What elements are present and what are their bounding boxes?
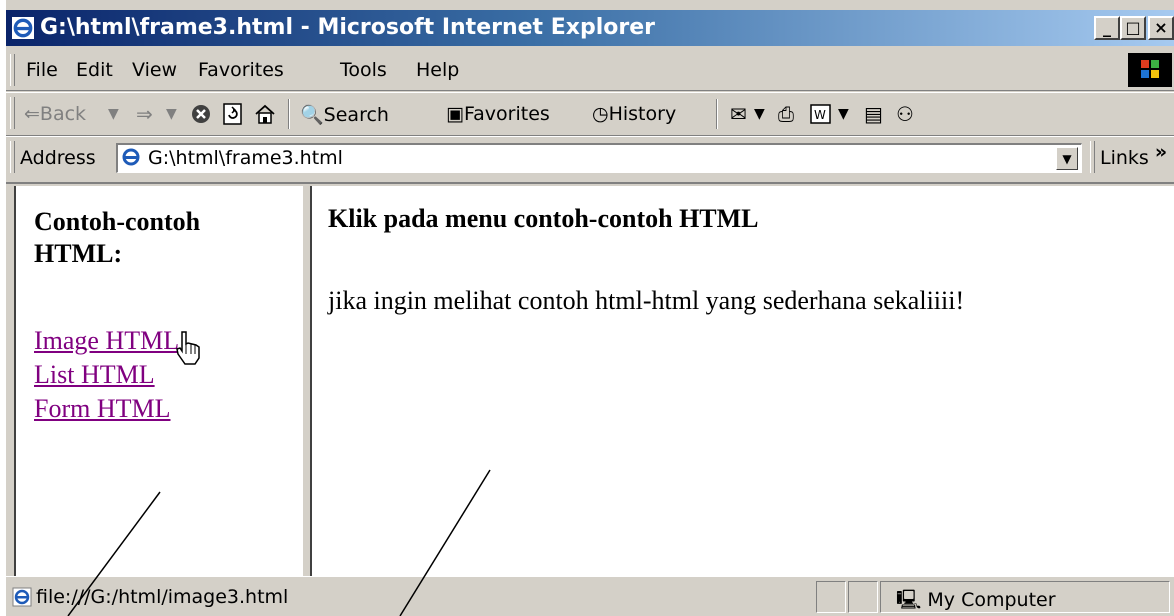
menu-file[interactable]: File bbox=[26, 59, 58, 81]
menu-heading: Contoh-contoh HTML: bbox=[34, 207, 201, 268]
stop-icon[interactable] bbox=[190, 103, 212, 125]
main-heading: Klik pada menu contoh-contoh HTML bbox=[328, 204, 759, 233]
refresh-icon[interactable] bbox=[222, 103, 244, 125]
mail-dropdown-icon[interactable]: ▼ bbox=[754, 106, 765, 122]
close-button[interactable]: × bbox=[1148, 16, 1174, 40]
back-arrow-icon: ⇐ bbox=[24, 103, 40, 125]
status-bar: file:///G:/html/image3.html 🖳 My Compute… bbox=[6, 576, 1174, 616]
toolbar-separator bbox=[716, 99, 718, 129]
main-text: jika ingin melihat contoh html-html yang… bbox=[328, 286, 965, 315]
menu-grip[interactable] bbox=[10, 54, 15, 86]
minimize-button[interactable]: _ bbox=[1094, 16, 1120, 40]
print-icon[interactable]: ⎙ bbox=[778, 102, 794, 126]
address-grip[interactable] bbox=[10, 141, 15, 173]
maximize-button[interactable]: □ bbox=[1120, 16, 1146, 40]
title-bar: G:\html\frame3.html - Microsoft Internet… bbox=[6, 10, 1174, 46]
frame-divider[interactable] bbox=[302, 186, 312, 576]
discuss-icon[interactable]: ▤ bbox=[864, 102, 883, 126]
menu-view[interactable]: View bbox=[132, 59, 177, 81]
zone-indicator: 🖳 My Computer bbox=[896, 589, 1056, 611]
browser-window: G:\html\frame3.html - Microsoft Internet… bbox=[6, 0, 1174, 616]
forward-icon[interactable]: ⇒ bbox=[136, 102, 153, 126]
forward-dropdown-icon[interactable]: ▼ bbox=[166, 106, 177, 122]
back-button[interactable]: ⇐Back bbox=[24, 103, 86, 125]
address-label: Address bbox=[20, 147, 96, 169]
edit-dropdown-icon[interactable]: ▼ bbox=[838, 106, 849, 122]
links-grip[interactable] bbox=[1090, 141, 1095, 173]
computer-icon: 🖳 bbox=[896, 589, 922, 611]
links-button[interactable]: Links » bbox=[1100, 141, 1167, 169]
status-text: file:///G:/html/image3.html bbox=[36, 586, 289, 608]
toolbar-grip[interactable] bbox=[10, 97, 15, 129]
left-frame: Contoh-contoh HTML: Image HTML List HTML… bbox=[14, 186, 304, 576]
menu-favorites[interactable]: Favorites bbox=[198, 59, 284, 81]
address-input[interactable]: G:\html\frame3.html ▼ bbox=[116, 143, 1082, 173]
address-url: G:\html\frame3.html bbox=[148, 147, 343, 169]
menu-tools[interactable]: Tools bbox=[340, 59, 387, 81]
ie-icon bbox=[12, 17, 34, 39]
frameset: Contoh-contoh HTML: Image HTML List HTML… bbox=[6, 182, 1174, 576]
address-dropdown-icon[interactable]: ▼ bbox=[1056, 147, 1078, 170]
edit-word-icon[interactable]: W bbox=[810, 103, 832, 125]
svg-text:W: W bbox=[814, 108, 826, 122]
page-ie-icon bbox=[122, 148, 140, 166]
windows-logo-icon bbox=[1128, 53, 1172, 87]
history-button[interactable]: ◷History bbox=[592, 103, 676, 125]
toolbar-separator bbox=[288, 99, 290, 129]
favorites-icon: ▣ bbox=[446, 103, 464, 125]
menu-edit[interactable]: Edit bbox=[76, 59, 113, 81]
chevron-icon: » bbox=[1154, 141, 1168, 163]
right-frame: Klik pada menu contoh-contoh HTML jika i… bbox=[312, 186, 1174, 576]
status-page-icon bbox=[12, 587, 32, 607]
standard-toolbar: ⇐Back ▼ ⇒ ▼ 🔍Search ▣Favorites ◷History bbox=[6, 92, 1174, 136]
favorites-button[interactable]: ▣Favorites bbox=[446, 103, 550, 125]
status-pane bbox=[848, 581, 878, 613]
messenger-icon[interactable]: ⚇ bbox=[896, 102, 914, 126]
window-title: G:\html\frame3.html - Microsoft Internet… bbox=[40, 15, 655, 40]
link-image-html[interactable]: Image HTML bbox=[34, 326, 179, 356]
menu-help[interactable]: Help bbox=[416, 59, 459, 81]
menu-bar: File Edit View Favorites Tools Help bbox=[6, 50, 1174, 91]
status-pane bbox=[816, 581, 846, 613]
history-icon: ◷ bbox=[592, 103, 609, 125]
mail-icon[interactable]: ✉ bbox=[730, 102, 747, 126]
address-bar: Address G:\html\frame3.html ▼ Links » bbox=[6, 136, 1174, 181]
search-icon: 🔍 bbox=[300, 104, 324, 126]
link-form-html[interactable]: Form HTML bbox=[34, 394, 171, 424]
back-dropdown-icon[interactable]: ▼ bbox=[108, 106, 119, 122]
hand-cursor-icon bbox=[176, 331, 200, 365]
search-button[interactable]: 🔍Search bbox=[300, 103, 389, 126]
link-list-html[interactable]: List HTML bbox=[34, 360, 155, 390]
home-icon[interactable] bbox=[254, 103, 276, 125]
